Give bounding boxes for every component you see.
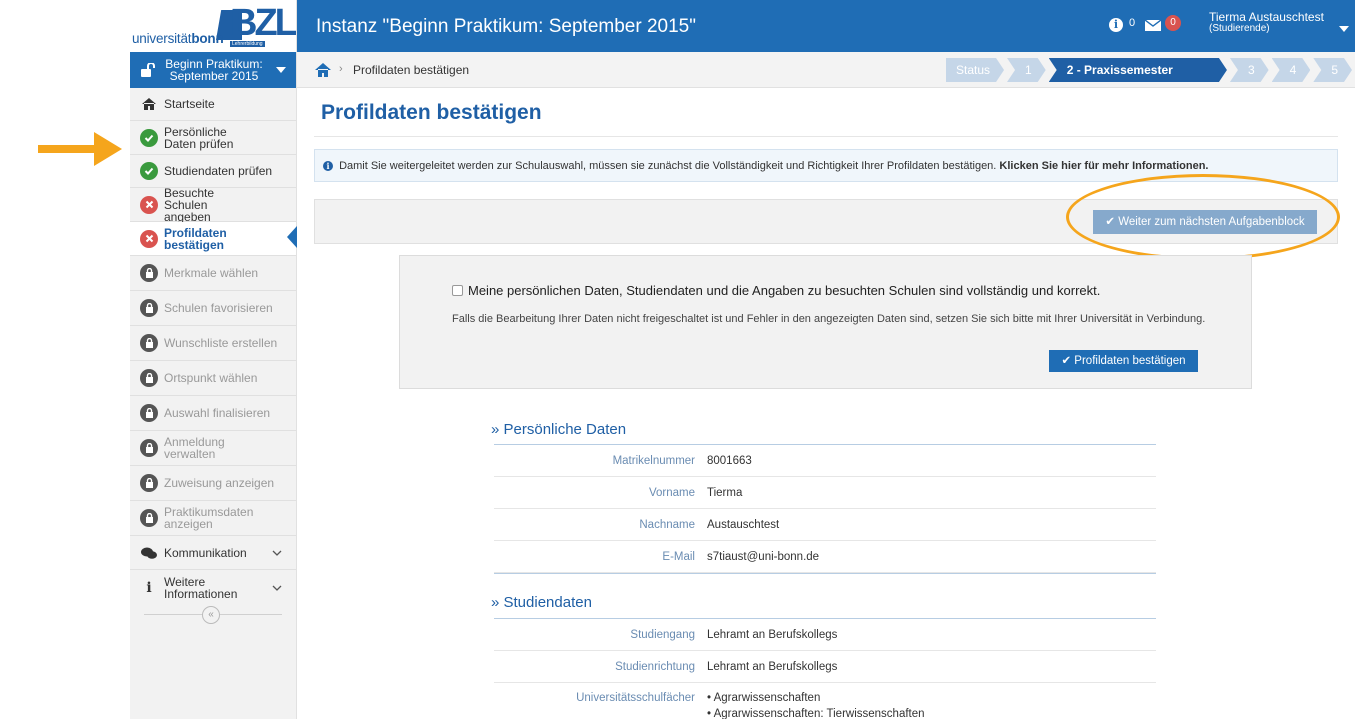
sidebar-item-besuchte-schulen[interactable]: Besuchte Schulen angeben [130,187,296,223]
table-row: Vorname Tierma [494,477,1156,509]
chevron-down-icon [272,585,282,591]
instance-title: Instanz "Beginn Praktikum: September 201… [316,16,696,37]
sidebar-item-praktikumsdaten[interactable]: Praktikumsdaten anzeigen [130,501,296,536]
sidebar: universitätbonn BZL Lehrerbildung Beginn… [130,0,297,719]
lock-icon [140,299,158,317]
info-circle-icon: i [323,161,333,171]
lock-icon [140,334,158,352]
step-3[interactable]: 3 [1230,58,1269,82]
lock-icon [140,439,158,457]
top-bar: Instanz "Beginn Praktikum: September 201… [297,0,1355,52]
university-logo[interactable]: universitätbonn BZL Lehrerbildung [130,0,296,52]
confirm-note: Falls die Bearbeitung Ihrer Daten nicht … [452,313,1206,325]
caret-down-icon[interactable] [1339,26,1349,32]
alert-info-link[interactable]: Klicken Sie hier für mehr Informationen. [999,160,1208,172]
study-data-heading: » Studiendaten [491,594,592,611]
table-row: Nachname Austauschtest [494,509,1156,541]
sidebar-item-schulen-favorisieren[interactable]: Schulen favorisieren [130,291,296,326]
step-2-current[interactable]: 2 - Praxissemester beginnt [1049,58,1227,82]
confirm-profile-button[interactable]: ✔ Profildaten bestätigen [1049,350,1198,372]
instance-select-label: Beginn Praktikum: September 2015 [165,57,263,83]
page-root: universitätbonn BZL Lehrerbildung Beginn… [0,0,1355,719]
envelope-icon[interactable] [1145,20,1161,31]
check-circle-icon [140,128,158,147]
times-circle-icon [140,229,158,248]
comments-icon [141,547,157,559]
progress-steps: Status 1 2 - Praxissemester beginnt 3 4 … [946,58,1355,82]
step-status[interactable]: Status [946,58,1004,82]
chevron-down-icon [272,550,282,556]
confirm-checkbox-label[interactable]: Meine persönlichen Daten, Studiendaten u… [468,283,1100,298]
step-1[interactable]: 1 [1007,58,1046,82]
personal-data-table: Matrikelnummer 8001663 Vorname Tierma Nach… [494,444,1156,573]
table-row: E-Mail s7tiaust@uni-bonn.de [494,541,1156,573]
sidebar-item-weitere-informationen[interactable]: i Weitere Informationen [130,570,296,606]
page-title: Profildaten bestätigen [321,101,542,124]
table-row: Matrikelnummer 8001663 [494,445,1156,477]
sidebar-item-ortspunkt[interactable]: Ortspunkt wählen [130,361,296,396]
sidebar-item-auswahl-finalisieren[interactable]: Auswahl finalisieren [130,396,296,431]
info-count: 0 [1129,17,1136,29]
sidebar-item-merkmale[interactable]: Merkmale wählen [130,256,296,291]
caret-down-icon [276,67,286,73]
breadcrumb: › Profildaten bestätigen Status 1 2 - Pr… [297,52,1355,88]
user-menu[interactable]: Tierma Austauschtest (Studierende) [1209,11,1324,35]
mail-count-badge: 0 [1165,15,1181,31]
unlock-icon [141,63,155,77]
table-row: Studiengang Lehramt an Berufskollegs [494,619,1156,651]
sidebar-item-persoenliche-daten[interactable]: Persönliche Daten prüfen [130,121,296,155]
check-circle-icon [140,162,158,180]
lock-icon [140,509,158,527]
list-item: Agrarwissenschaften: Tierwissenschaften [707,706,925,719]
sidebar-collapse-button[interactable]: « [202,606,220,624]
sidebar-collapse: « [130,606,296,630]
sidebar-item-profildaten[interactable]: Profildaten bestätigen [130,222,297,256]
table-row: Studienrichtung Lehramt an Berufskollegs [494,651,1156,683]
chevron-right-icon: › [339,63,343,75]
personal-data-heading: » Persönliche Daten [491,421,627,438]
home-icon [142,98,156,110]
confirm-checkbox[interactable] [452,285,463,296]
step-4[interactable]: 4 [1272,58,1311,82]
sidebar-item-studiendaten[interactable]: Studiendaten prüfen [130,155,296,188]
list-item: Agrarwissenschaften [707,690,925,706]
home-icon[interactable] [315,63,331,77]
times-circle-icon [140,195,158,214]
check-icon: ✔ [1061,355,1072,367]
sidebar-item-wunschliste[interactable]: Wunschliste erstellen [130,326,296,361]
annotation-ellipse [1066,174,1340,260]
lock-icon [140,264,158,282]
sidebar-item-startseite[interactable]: Startseite [130,88,296,121]
breadcrumb-current: Profildaten bestätigen [353,63,470,77]
sidebar-item-kommunikation[interactable]: Kommunikation [130,536,296,570]
sidebar-item-zuweisung[interactable]: Zuweisung anzeigen [130,466,296,501]
lock-icon [140,369,158,387]
lock-icon [140,404,158,422]
lock-icon [140,474,158,492]
study-data-table: Studiengang Lehramt an Berufskollegs Stud… [494,618,1156,719]
subjects-list: Agrarwissenschaften Agrarwissenschaften:… [707,683,925,719]
user-name: Tierma Austauschtest [1209,10,1324,24]
table-row: Universitätsschulfächer Agrarwissenschaf… [494,683,1156,719]
confirm-panel: Meine persönlichen Daten, Studiendaten u… [399,255,1252,389]
step-5[interactable]: 5 [1313,58,1352,82]
alert-text: Damit Sie weitergeleitet werden zur Schu… [339,160,997,172]
info-icon: i [146,580,152,596]
annotation-arrow-icon [38,132,122,166]
info-circle-icon[interactable]: i [1109,18,1123,32]
user-role: (Studierende) [1209,23,1270,34]
sidebar-item-anmeldung[interactable]: Anmeldung verwalten [130,431,296,466]
instance-select[interactable]: Beginn Praktikum: September 2015 [130,52,296,88]
